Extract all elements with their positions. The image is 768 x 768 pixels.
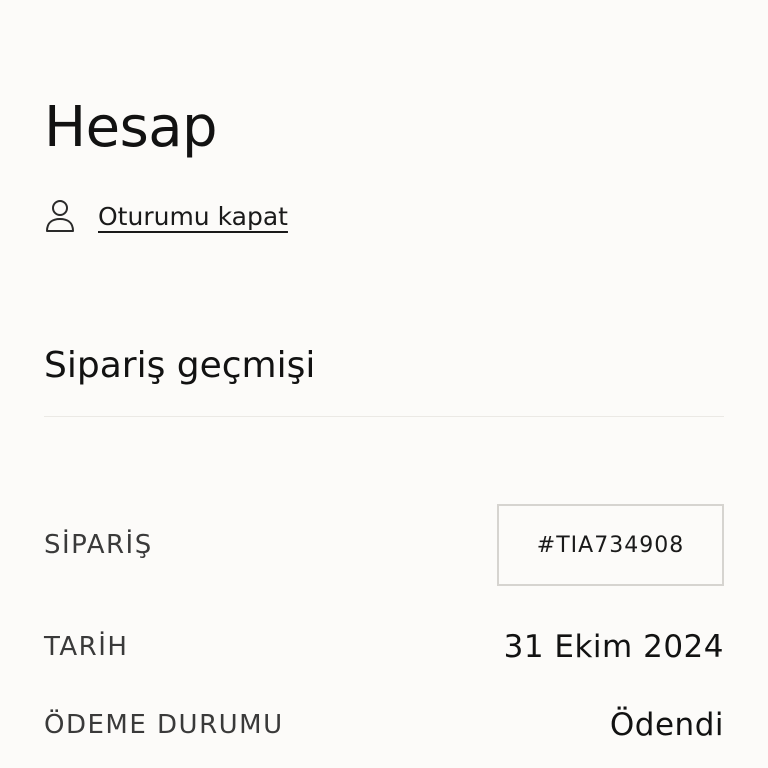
date-row: TARİH 31 Ekim 2024 bbox=[44, 620, 724, 674]
payment-status-row: ÖDEME DURUMU Ödendi bbox=[44, 698, 724, 752]
order-history-title: Sipariş geçmişi bbox=[44, 345, 316, 386]
page-title: Hesap bbox=[44, 95, 218, 160]
section-divider bbox=[44, 416, 724, 417]
logout-link[interactable]: Oturumu kapat bbox=[98, 202, 288, 231]
date-value: 31 Ekim 2024 bbox=[503, 629, 724, 665]
logout-row: Oturumu kapat bbox=[44, 196, 288, 236]
order-label: SİPARİŞ bbox=[44, 530, 153, 560]
user-icon bbox=[44, 198, 76, 234]
date-label: TARİH bbox=[44, 632, 129, 662]
payment-status-value: Ödendi bbox=[609, 707, 724, 743]
payment-status-label: ÖDEME DURUMU bbox=[44, 710, 284, 740]
order-number-button[interactable]: #TIA734908 bbox=[497, 504, 724, 586]
order-row: SİPARİŞ #TIA734908 bbox=[44, 504, 724, 586]
